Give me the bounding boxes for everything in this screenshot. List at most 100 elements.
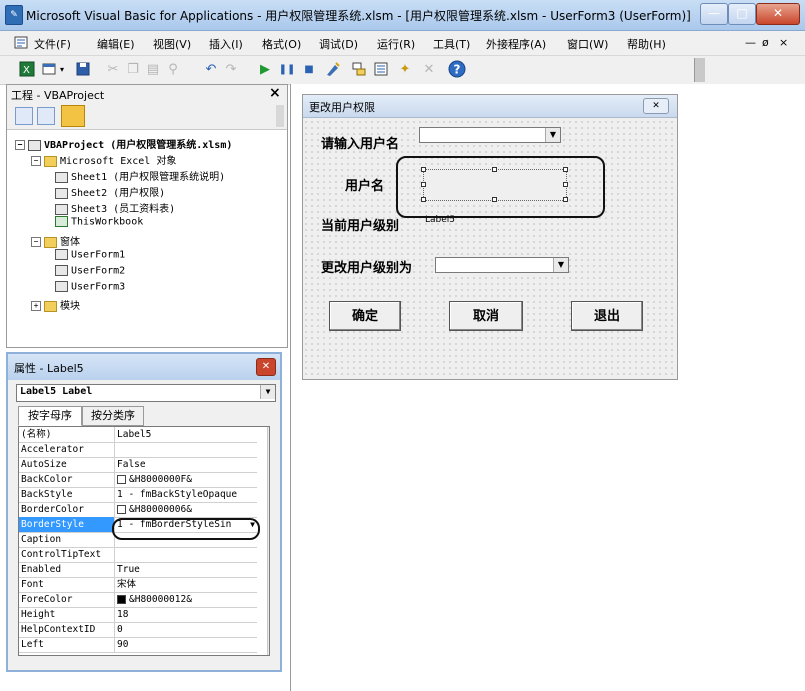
run-icon[interactable]: ▶: [256, 60, 274, 78]
property-row[interactable]: BorderColor &H80000006&: [19, 502, 257, 518]
close-button[interactable]: ✕: [756, 3, 800, 25]
window-title: Microsoft Visual Basic for Applications …: [26, 9, 691, 23]
menu-help[interactable]: 帮助(H): [627, 36, 666, 52]
tree-root[interactable]: − VBAProject (用户权限管理系统.xlsm): [15, 136, 232, 151]
property-value[interactable]: &H80000012&: [117, 592, 257, 607]
chevron-down-icon[interactable]: ▼: [545, 128, 560, 142]
property-row[interactable]: HelpContextID 0: [19, 622, 257, 638]
project-explorer-toolbar: [7, 103, 287, 130]
redo-icon[interactable]: ↷: [222, 60, 240, 78]
mdi-close-button[interactable]: ×: [779, 36, 788, 49]
menu-addins[interactable]: 外接程序(A): [486, 36, 546, 52]
toggle-folders-icon[interactable]: [61, 105, 85, 127]
vba-project-icon: [28, 139, 41, 151]
tree-sheet3[interactable]: Sheet3 (员工资料表): [55, 200, 175, 215]
tree-forms-folder[interactable]: − 窗体: [31, 233, 80, 248]
break-icon[interactable]: ❚❚: [278, 60, 296, 78]
property-row[interactable]: Height 18: [19, 607, 257, 623]
property-row[interactable]: AutoSize False: [19, 457, 257, 473]
menu-tools[interactable]: 工具(T): [433, 36, 470, 52]
property-value[interactable]: 18: [117, 607, 257, 622]
project-explorer-icon[interactable]: [350, 60, 368, 78]
new-level-combobox[interactable]: ▼: [435, 257, 569, 273]
project-explorer-close-button[interactable]: ×: [269, 85, 281, 101]
cancel-button[interactable]: 取消: [449, 301, 523, 331]
property-value[interactable]: &H80000006&: [117, 502, 257, 517]
property-value[interactable]: 90: [117, 637, 257, 652]
property-value[interactable]: False: [117, 457, 257, 472]
view-object-icon[interactable]: [37, 107, 55, 125]
tree-sheet2[interactable]: Sheet2 (用户权限): [55, 184, 165, 199]
mdi-minimize-button[interactable]: —: [745, 36, 756, 49]
excel-view-icon[interactable]: X: [18, 60, 36, 78]
scroll-up-icon[interactable]: ▲: [269, 428, 270, 440]
menu-view[interactable]: 视图(V): [153, 36, 191, 52]
tab-categorized[interactable]: 按分类序: [82, 406, 144, 426]
property-value[interactable]: 0: [117, 622, 257, 637]
menu-insert[interactable]: 插入(I): [209, 36, 243, 52]
panel-scrollbar[interactable]: [276, 105, 284, 127]
property-value[interactable]: &H8000000F&: [117, 472, 257, 487]
username-combobox[interactable]: ▼: [419, 127, 561, 143]
chevron-down-icon[interactable]: ▼: [260, 385, 275, 399]
exit-button[interactable]: 退出: [571, 301, 643, 331]
menu-window[interactable]: 窗口(W): [567, 36, 608, 52]
view-code-icon[interactable]: [15, 107, 33, 125]
property-row[interactable]: ForeColor &H80000012&: [19, 592, 257, 608]
menu-debug[interactable]: 调试(D): [319, 36, 358, 52]
dropdown-arrow-icon[interactable]: ▾: [58, 60, 66, 78]
find-icon[interactable]: ⚲: [164, 60, 182, 78]
property-row[interactable]: Enabled True: [19, 562, 257, 578]
properties-scrollbar[interactable]: ▲ ▼: [267, 427, 270, 655]
menu-edit[interactable]: 编辑(E): [97, 36, 135, 52]
property-row[interactable]: Accelerator: [19, 442, 257, 458]
property-value[interactable]: 1 - fmBackStyleOpaque: [117, 487, 257, 502]
property-row[interactable]: Left 90: [19, 637, 257, 653]
property-value[interactable]: Label5: [117, 427, 257, 442]
properties-close-button[interactable]: ✕: [256, 358, 276, 376]
property-value[interactable]: True: [117, 562, 257, 577]
properties-object-combo[interactable]: Label5 Label ▼: [16, 384, 276, 402]
paste-icon[interactable]: ▤: [144, 60, 162, 78]
object-browser-icon[interactable]: ✦: [396, 60, 414, 78]
property-name: Left: [19, 637, 115, 652]
undo-icon[interactable]: ↶: [202, 60, 220, 78]
properties-window-icon[interactable]: [372, 60, 390, 78]
mdi-restore-button[interactable]: ø: [762, 36, 769, 49]
copy-icon[interactable]: ❐: [124, 60, 142, 78]
property-row[interactable]: (名称) Label5: [19, 427, 257, 443]
tree-userform2[interactable]: UserForm2: [55, 265, 125, 277]
userform3-design[interactable]: 更改用户权限 ✕ 请输入用户名 ▼ 用户名 当前用户级别 Label5 更改用户…: [302, 94, 678, 380]
tree-sheet1[interactable]: Sheet1 (用户权限管理系统说明): [55, 168, 225, 183]
chevron-down-icon[interactable]: ▼: [553, 258, 568, 272]
property-row[interactable]: BackStyle 1 - fmBackStyleOpaque: [19, 487, 257, 503]
property-row[interactable]: ControlTipText: [19, 547, 257, 563]
maximize-button[interactable]: □: [728, 3, 756, 25]
tree-excel-objects-folder[interactable]: − Microsoft Excel 对象: [31, 152, 176, 167]
property-row[interactable]: BackColor &H8000000F&: [19, 472, 257, 488]
tab-alphabetic[interactable]: 按字母序: [18, 406, 82, 426]
reset-icon[interactable]: ■: [300, 60, 318, 78]
scroll-down-icon[interactable]: ▼: [269, 641, 270, 653]
property-value[interactable]: 宋体: [117, 577, 257, 592]
tree-thisworkbook[interactable]: ThisWorkbook: [55, 216, 143, 228]
help-icon[interactable]: ?: [448, 60, 466, 78]
design-mode-icon[interactable]: [324, 60, 342, 78]
cut-icon[interactable]: ✂: [104, 60, 122, 78]
menu-format[interactable]: 格式(O): [262, 36, 301, 52]
minimize-button[interactable]: —: [700, 3, 728, 25]
insert-userform-icon[interactable]: [40, 60, 58, 78]
ok-button[interactable]: 确定: [329, 301, 401, 331]
toolbar-overflow-handle[interactable]: [694, 58, 705, 82]
menu-run[interactable]: 运行(R): [377, 36, 415, 52]
folder-icon: [44, 236, 57, 248]
tree-userform3[interactable]: UserForm3: [55, 281, 125, 293]
userform-close-button[interactable]: ✕: [643, 98, 669, 114]
tree-modules-folder[interactable]: + 模块: [31, 297, 80, 312]
menu-file[interactable]: 文件(F): [34, 36, 71, 52]
save-icon[interactable]: [74, 60, 92, 78]
toolbox-icon[interactable]: ✕: [420, 60, 438, 78]
property-row[interactable]: Font 宋体: [19, 577, 257, 593]
scrollbar-thumb[interactable]: [269, 443, 270, 535]
tree-userform1[interactable]: UserForm1: [55, 249, 125, 261]
